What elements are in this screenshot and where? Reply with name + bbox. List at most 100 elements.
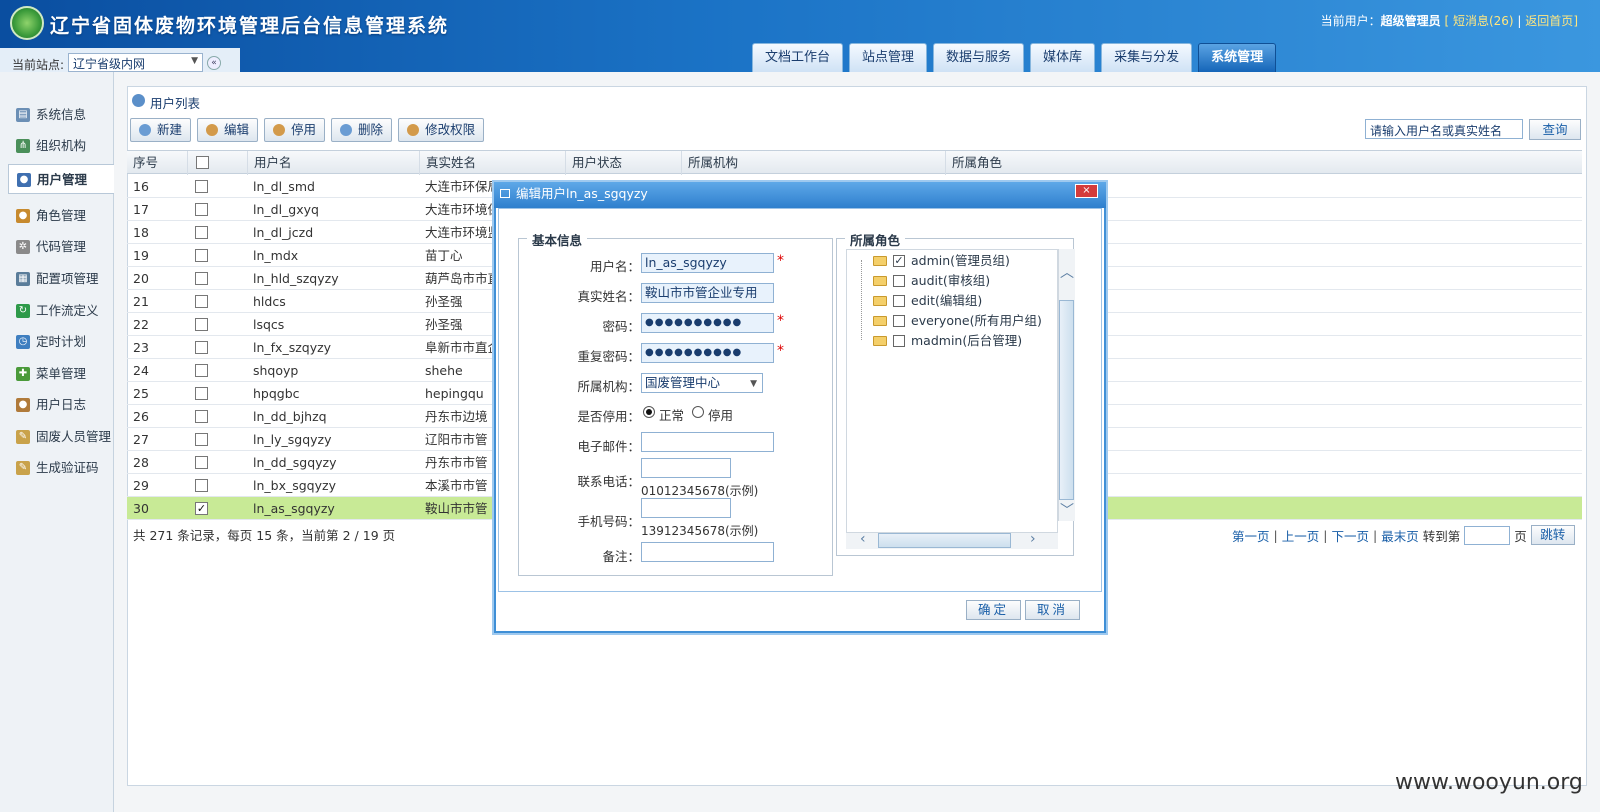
stop-label: 停用 bbox=[708, 408, 734, 423]
row-checkbox[interactable]: ✓ bbox=[195, 502, 208, 515]
row-select bbox=[187, 474, 247, 497]
scroll-down-icon[interactable]: ﹀ bbox=[1060, 500, 1074, 520]
role-item-everyone[interactable]: everyone(所有用户组) bbox=[871, 312, 1042, 330]
role-item-edit[interactable]: edit(编辑组) bbox=[871, 292, 982, 310]
select-all-checkbox[interactable] bbox=[196, 156, 209, 169]
row-checkbox[interactable] bbox=[195, 341, 208, 354]
row-checkbox[interactable] bbox=[195, 226, 208, 239]
role-item-madmin[interactable]: madmin(后台管理) bbox=[871, 332, 1022, 350]
row-checkbox[interactable] bbox=[195, 203, 208, 216]
sidebar-item-schedule[interactable]: ◷ 定时计划 bbox=[8, 327, 114, 357]
role-checkbox[interactable] bbox=[893, 335, 905, 347]
mobile-hint: 13912345678(示例) bbox=[641, 524, 759, 538]
sidebar-item-label: 用户管理 bbox=[37, 172, 88, 187]
role-checkbox[interactable] bbox=[893, 315, 905, 327]
row-checkbox[interactable] bbox=[195, 387, 208, 400]
role-checkbox[interactable]: ✓ bbox=[893, 255, 905, 267]
row-select bbox=[187, 290, 247, 313]
ok-button[interactable]: 确定 bbox=[966, 600, 1021, 620]
role-item-audit[interactable]: audit(审核组) bbox=[871, 272, 990, 290]
modify-permission-button[interactable]: 修改权限 bbox=[398, 118, 485, 142]
sidebar-item-system-info[interactable]: ▤ 系统信息 bbox=[8, 100, 114, 130]
sidebar-item-code-management[interactable]: ✲ 代码管理 bbox=[8, 232, 114, 262]
messages-link[interactable]: 短消息(26) bbox=[1453, 14, 1514, 28]
disable-button[interactable]: 停用 bbox=[264, 118, 326, 142]
home-link[interactable]: 返回首页 bbox=[1525, 14, 1573, 28]
tree-horizontal-scroll-thumb[interactable] bbox=[878, 533, 1011, 548]
role-item-admin[interactable]: ✓ admin(管理员组) bbox=[871, 252, 1010, 270]
page-number-input[interactable] bbox=[1464, 525, 1511, 545]
user-bar: 当前用户：超级管理员 [ 短消息(26) | 返回首页] bbox=[1321, 12, 1578, 29]
search-button[interactable]: 查询 bbox=[1529, 119, 1581, 140]
password-field[interactable]: ●●●●●●●●●● bbox=[641, 313, 774, 333]
app-title: 辽宁省固体废物环境管理后台信息管理系统 bbox=[50, 15, 450, 37]
collapse-icon[interactable]: « bbox=[207, 56, 221, 70]
normal-radio[interactable] bbox=[643, 406, 655, 418]
row-checkbox[interactable] bbox=[195, 456, 208, 469]
repeat-password-field[interactable]: ●●●●●●●●●● bbox=[641, 343, 774, 363]
password-label: 密码： bbox=[602, 319, 640, 334]
row-checkbox[interactable] bbox=[195, 479, 208, 492]
role-checkbox[interactable] bbox=[893, 275, 905, 287]
stop-radio[interactable] bbox=[692, 406, 704, 418]
sidebar-item-config-management[interactable]: ▦ 配置项管理 bbox=[8, 264, 114, 294]
row-checkbox[interactable] bbox=[195, 318, 208, 331]
edit-button-label: 编辑 bbox=[224, 122, 250, 137]
realname-field[interactable]: 鞍山市市管企业专用 bbox=[641, 283, 774, 303]
delete-button[interactable]: 删除 bbox=[331, 118, 393, 142]
role-label: madmin(后台管理) bbox=[911, 333, 1023, 348]
remark-field[interactable] bbox=[641, 542, 774, 562]
sidebar-item-workflow[interactable]: ↻ 工作流定义 bbox=[8, 296, 114, 326]
sidebar-item-waste-staff[interactable]: ✎ 固废人员管理 bbox=[8, 422, 114, 452]
row-checkbox[interactable] bbox=[195, 410, 208, 423]
role-checkbox[interactable] bbox=[893, 295, 905, 307]
sidebar-item-organization[interactable]: ⋔ 组织机构 bbox=[8, 131, 114, 161]
row-checkbox[interactable] bbox=[195, 272, 208, 285]
mobile-field[interactable] bbox=[641, 498, 731, 518]
tab-site-management[interactable]: 站点管理 bbox=[849, 43, 928, 72]
row-checkbox[interactable] bbox=[195, 295, 208, 308]
sidebar-item-user-management[interactable]: ● 用户管理 bbox=[8, 164, 116, 194]
scroll-up-icon[interactable]: ︿ bbox=[1060, 262, 1074, 282]
tab-system-management[interactable]: 系统管理 bbox=[1198, 43, 1277, 72]
cancel-button[interactable]: 取消 bbox=[1025, 600, 1080, 620]
row-select bbox=[187, 244, 247, 267]
edit-button[interactable]: 编辑 bbox=[197, 118, 259, 142]
row-checkbox[interactable] bbox=[195, 433, 208, 446]
sidebar-item-user-log[interactable]: ● 用户日志 bbox=[8, 390, 114, 420]
next-page-link[interactable]: 下一页 bbox=[1331, 526, 1369, 545]
tab-doc-workbench[interactable]: 文档工作台 bbox=[752, 43, 844, 72]
last-page-link[interactable]: 最末页 bbox=[1381, 526, 1419, 545]
row-select bbox=[187, 175, 247, 198]
username-field[interactable]: ln_as_sgqyzy bbox=[641, 253, 774, 273]
row-checkbox[interactable] bbox=[195, 364, 208, 377]
tab-media-library[interactable]: 媒体库 bbox=[1030, 43, 1096, 72]
top-tabs: 文档工作台 站点管理 数据与服务 媒体库 采集与分发 系统管理 bbox=[752, 43, 1277, 72]
new-button[interactable]: 新建 bbox=[130, 118, 192, 142]
edit-user-icon bbox=[206, 124, 219, 136]
jump-button[interactable]: 跳转 bbox=[1530, 525, 1575, 545]
org-select[interactable]: 国废管理中心 ▼ bbox=[641, 373, 763, 393]
scroll-left-icon[interactable]: ‹ bbox=[860, 531, 866, 547]
row-checkbox[interactable] bbox=[195, 249, 208, 262]
row-select bbox=[187, 221, 247, 244]
phone-field[interactable] bbox=[641, 458, 731, 478]
site-select[interactable]: 辽宁省级内网 ▼ bbox=[68, 53, 203, 72]
sidebar-item-role-management[interactable]: ● 角色管理 bbox=[8, 201, 114, 231]
row-select bbox=[187, 382, 247, 405]
scroll-right-icon[interactable]: › bbox=[1030, 531, 1036, 547]
col-role: 所属角色 bbox=[945, 151, 1582, 175]
sidebar-item-menu-management[interactable]: ✚ 菜单管理 bbox=[8, 359, 114, 389]
row-select bbox=[187, 336, 247, 359]
search-input[interactable]: 请输入用户名或真实姓名 bbox=[1365, 119, 1523, 139]
first-page-link[interactable]: 第一页 bbox=[1232, 526, 1270, 545]
close-icon[interactable]: × bbox=[1075, 184, 1098, 198]
sidebar-item-captcha[interactable]: ✎ 生成验证码 bbox=[8, 453, 114, 483]
prev-page-link[interactable]: 上一页 bbox=[1282, 526, 1320, 545]
sidebar-item-label: 固废人员管理 bbox=[36, 429, 112, 444]
tab-collect-distribute[interactable]: 采集与分发 bbox=[1101, 43, 1193, 72]
email-field[interactable] bbox=[641, 432, 774, 452]
tree-vertical-scroll-thumb[interactable] bbox=[1059, 300, 1074, 500]
row-checkbox[interactable] bbox=[195, 180, 208, 193]
tab-data-service[interactable]: 数据与服务 bbox=[933, 43, 1025, 72]
